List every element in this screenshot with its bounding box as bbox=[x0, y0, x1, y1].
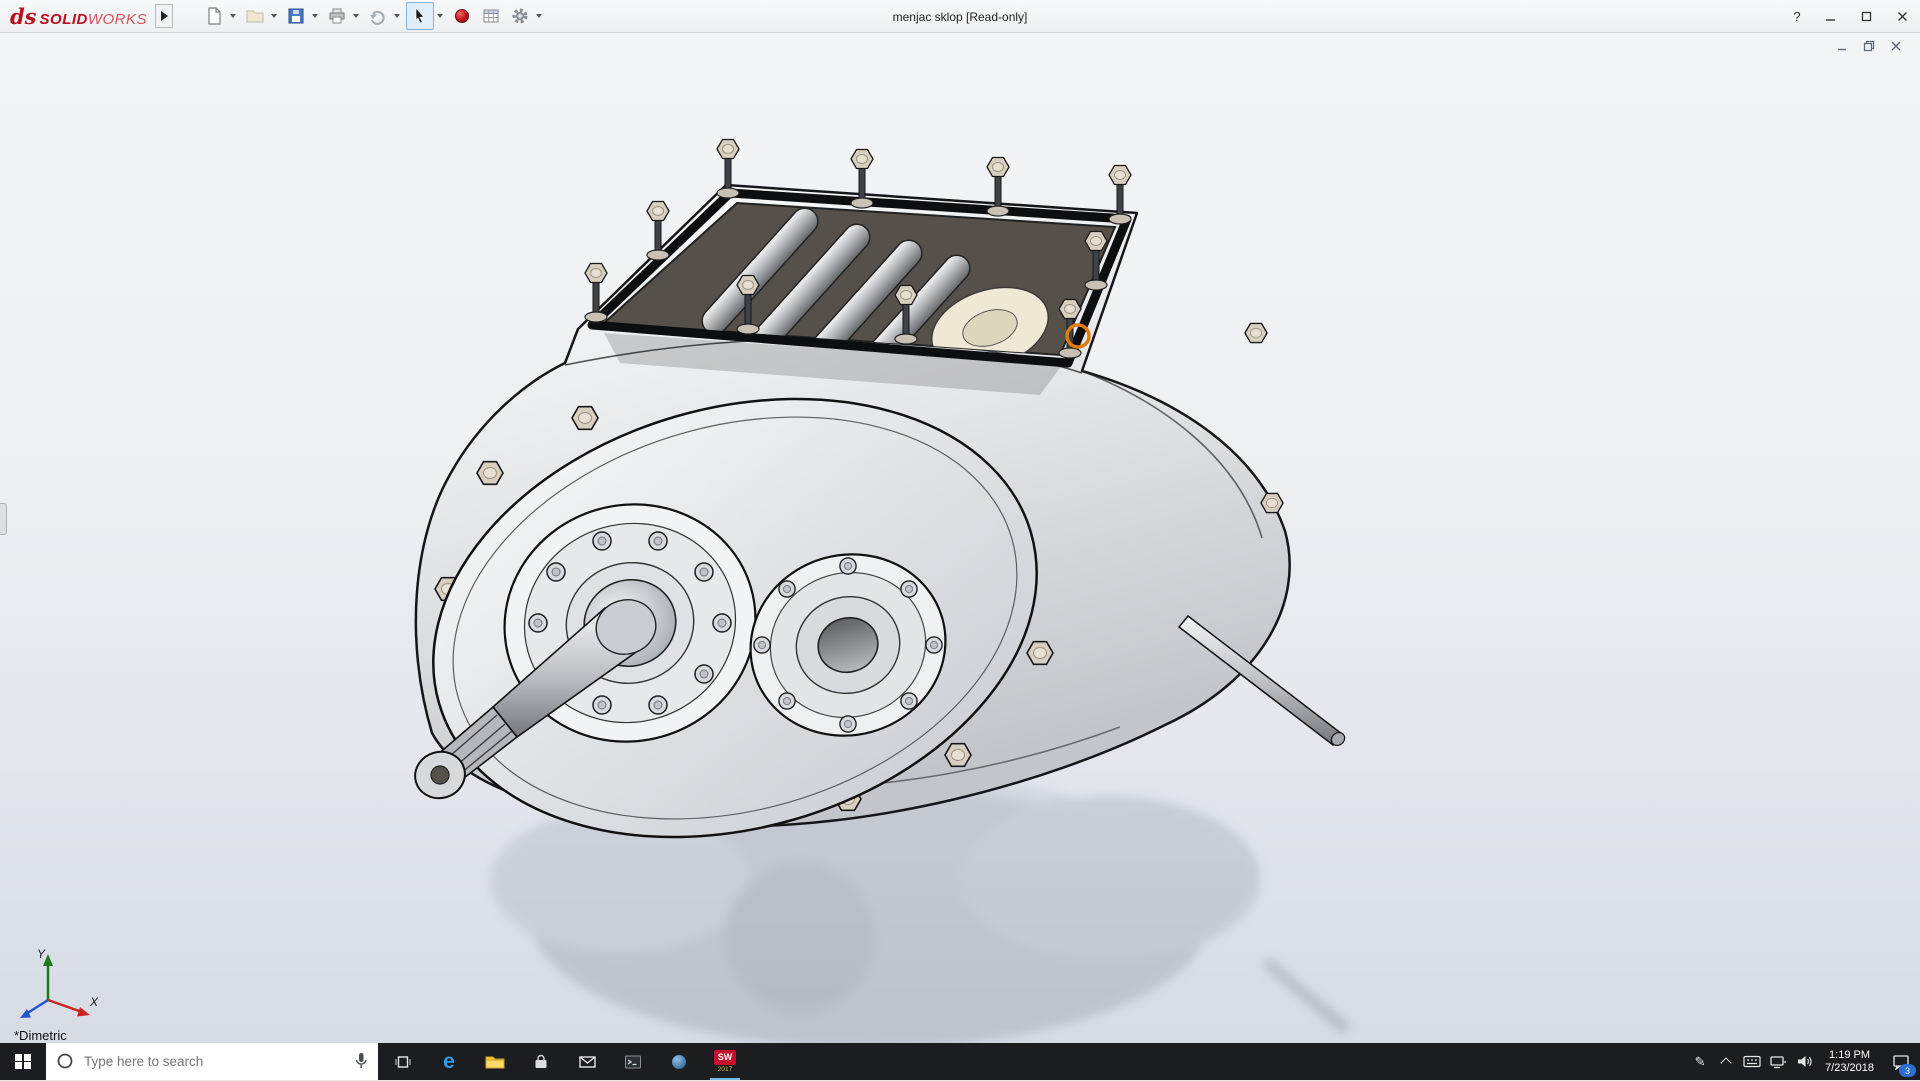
render-sphere-icon bbox=[454, 8, 470, 24]
network-button[interactable] bbox=[1765, 1043, 1791, 1080]
brand-solid: SOLID bbox=[40, 11, 88, 28]
terminal-icon bbox=[624, 1054, 642, 1070]
clock-time: 1:19 PM bbox=[1829, 1049, 1870, 1062]
file-explorer-button[interactable] bbox=[472, 1043, 518, 1080]
action-center-button[interactable]: 3 bbox=[1882, 1043, 1920, 1080]
view-orientation-label: *Dimetric bbox=[14, 1028, 67, 1043]
y-axis-label: Y bbox=[37, 947, 46, 961]
undo-icon bbox=[369, 7, 387, 25]
gearbox-model[interactable] bbox=[0, 33, 1920, 1043]
edge-icon: e bbox=[443, 1051, 455, 1072]
minimize-icon bbox=[1825, 11, 1836, 22]
solidworks-app-year: 2017 bbox=[718, 1066, 732, 1073]
document-title: menjac sklop [Read-only] bbox=[893, 0, 1028, 33]
solidworks-taskbar-button[interactable]: SW 2017 bbox=[702, 1043, 748, 1080]
pen-icon: ✎ bbox=[1695, 1054, 1706, 1070]
doc-close-icon bbox=[1890, 40, 1902, 52]
document-window-controls bbox=[1833, 38, 1904, 53]
help-button[interactable]: ? bbox=[1782, 9, 1812, 24]
clock-date: 7/23/2018 bbox=[1825, 1062, 1874, 1075]
store-button[interactable] bbox=[518, 1043, 564, 1080]
design-table-button[interactable] bbox=[478, 3, 504, 29]
x-axis-label: X bbox=[89, 995, 99, 1009]
solidworks-app-label: SW bbox=[714, 1050, 736, 1065]
doc-minimize-icon bbox=[1836, 40, 1848, 52]
open-folder-icon bbox=[246, 7, 264, 25]
render-sphere-button[interactable] bbox=[449, 3, 475, 29]
z-axis bbox=[26, 1000, 48, 1014]
task-view-button[interactable] bbox=[380, 1043, 426, 1080]
solidworks-logo: ds SOLID WORKS bbox=[10, 4, 147, 29]
taskbar-clock[interactable]: 1:19 PM 7/23/2018 bbox=[1817, 1049, 1882, 1075]
flyout-arrow-icon bbox=[161, 11, 168, 21]
terminal-button[interactable] bbox=[610, 1043, 656, 1080]
network-icon bbox=[1769, 1055, 1787, 1069]
options-dropdown-caret[interactable] bbox=[536, 14, 542, 18]
file-explorer-icon bbox=[485, 1053, 505, 1071]
task-view-icon bbox=[394, 1053, 412, 1071]
x-axis bbox=[48, 1000, 82, 1012]
doc-minimize-button[interactable] bbox=[1833, 38, 1850, 53]
brand-mark: ds bbox=[10, 4, 37, 29]
keyboard-icon bbox=[1743, 1055, 1761, 1068]
doc-restore-button[interactable] bbox=[1860, 38, 1877, 53]
close-icon bbox=[1897, 11, 1908, 22]
reference-triad: Y X bbox=[8, 942, 103, 1027]
doc-close-button[interactable] bbox=[1887, 38, 1904, 53]
volume-button[interactable] bbox=[1791, 1043, 1817, 1080]
microphone-icon[interactable] bbox=[352, 1051, 370, 1071]
new-document-button[interactable] bbox=[201, 3, 227, 29]
maximize-button[interactable] bbox=[1848, 0, 1884, 33]
app-sphere-icon bbox=[670, 1053, 688, 1071]
save-dropdown-caret[interactable] bbox=[312, 14, 318, 18]
open-dropdown-caret[interactable] bbox=[271, 14, 277, 18]
design-table-icon bbox=[482, 7, 500, 25]
tray-overflow-button[interactable] bbox=[1713, 1043, 1739, 1080]
mail-icon bbox=[578, 1054, 597, 1070]
start-button[interactable] bbox=[0, 1043, 46, 1080]
new-document-icon bbox=[205, 7, 223, 25]
search-input[interactable] bbox=[46, 1042, 378, 1081]
save-icon bbox=[287, 7, 305, 25]
maximize-icon bbox=[1861, 11, 1872, 22]
edge-button[interactable]: e bbox=[426, 1043, 472, 1080]
solidworks-app-icon: SW 2017 bbox=[714, 1050, 736, 1073]
notification-badge: 3 bbox=[1899, 1064, 1916, 1077]
select-dropdown-caret[interactable] bbox=[437, 14, 443, 18]
undo-dropdown-caret[interactable] bbox=[394, 14, 400, 18]
open-button[interactable] bbox=[242, 3, 268, 29]
touch-keyboard-button[interactable] bbox=[1739, 1043, 1765, 1080]
mail-button[interactable] bbox=[564, 1043, 610, 1080]
app-sphere-button[interactable] bbox=[656, 1043, 702, 1080]
titlebar: ds SOLID WORKS bbox=[0, 0, 1920, 33]
system-tray: ✎ 1:19 PM 7/23/2018 bbox=[1687, 1043, 1920, 1080]
print-button[interactable] bbox=[324, 3, 350, 29]
print-icon bbox=[328, 7, 346, 25]
menu-flyout-button[interactable] bbox=[155, 4, 173, 28]
minimize-button[interactable] bbox=[1812, 0, 1848, 33]
options-button[interactable] bbox=[507, 3, 533, 29]
new-dropdown-caret[interactable] bbox=[230, 14, 236, 18]
doc-restore-icon bbox=[1863, 40, 1875, 52]
speaker-icon bbox=[1796, 1054, 1813, 1069]
options-gear-icon bbox=[511, 7, 529, 25]
cortana-icon bbox=[56, 1052, 74, 1070]
select-cursor-icon bbox=[411, 7, 429, 25]
windows-taskbar: e SW bbox=[0, 1043, 1920, 1080]
graphics-area[interactable]: Y X *Dimetric bbox=[0, 33, 1920, 1043]
save-button[interactable] bbox=[283, 3, 309, 29]
windows-logo-icon bbox=[15, 1054, 31, 1070]
feature-tree-collapsed-tab[interactable] bbox=[0, 503, 7, 535]
chevron-up-icon bbox=[1720, 1057, 1731, 1068]
store-bag-icon bbox=[532, 1053, 550, 1071]
close-button[interactable] bbox=[1884, 0, 1920, 33]
window-controls: ? bbox=[1782, 0, 1920, 33]
taskbar-search[interactable] bbox=[46, 1043, 378, 1080]
undo-button[interactable] bbox=[365, 3, 391, 29]
print-dropdown-caret[interactable] bbox=[353, 14, 359, 18]
brand-works: WORKS bbox=[88, 11, 147, 28]
select-tool-button[interactable] bbox=[406, 2, 434, 30]
windows-ink-button[interactable]: ✎ bbox=[1687, 1043, 1713, 1080]
quick-access-toolbar bbox=[201, 2, 545, 30]
